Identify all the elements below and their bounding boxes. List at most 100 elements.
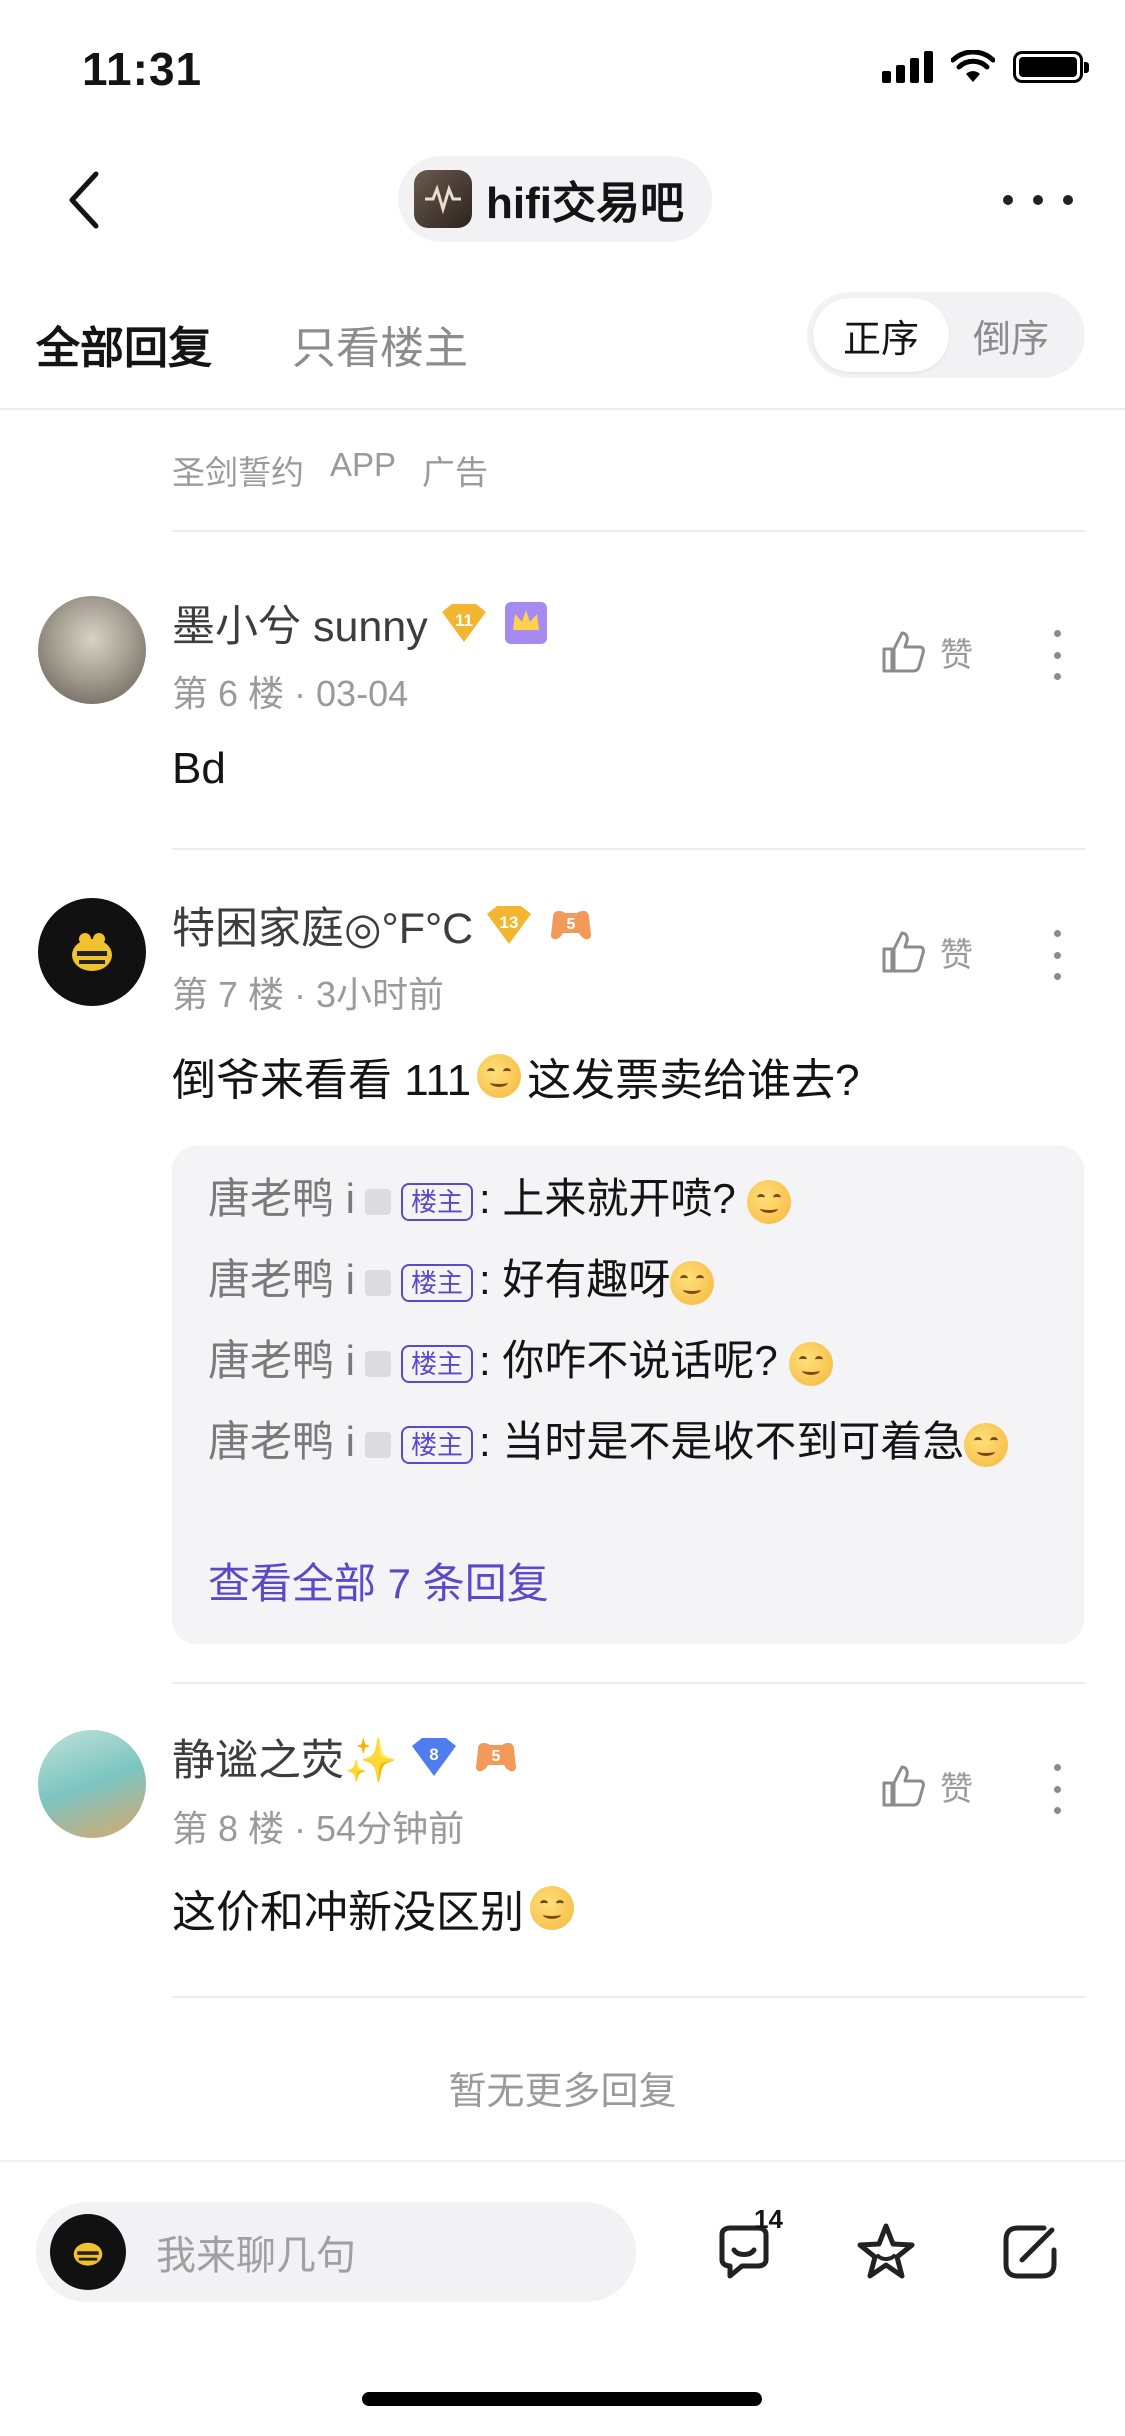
- sort-ascending-button[interactable]: 正序: [813, 298, 949, 372]
- back-button[interactable]: [52, 168, 116, 232]
- share-icon: [1003, 2225, 1057, 2279]
- favorite-button[interactable]: [848, 2214, 924, 2290]
- signal-icon: [882, 51, 933, 83]
- thumbs-up-icon: [882, 931, 925, 973]
- reply-text: 当时是不是收不到可着急: [502, 1418, 965, 1465]
- battery-icon: [1013, 51, 1089, 83]
- thumbs-up-icon: [882, 1765, 925, 1807]
- smile-emoji-icon: [789, 1341, 834, 1386]
- username[interactable]: 特困家庭◎°F°C: [172, 894, 473, 956]
- view-all-replies-link[interactable]: 查看全部 7 条回复: [208, 1550, 549, 1611]
- comment-text-part: 这价和冲新没区别: [172, 1888, 524, 1937]
- tab-all-replies[interactable]: 全部回复: [36, 312, 212, 376]
- thumbs-up-icon: [882, 631, 925, 673]
- comment-count: 14: [754, 2204, 783, 2234]
- floor-meta: 第 7 楼 · 3小时前: [172, 974, 445, 1015]
- reply-user: 唐老鸭 i: [208, 1256, 356, 1303]
- comment-more-button[interactable]: [1050, 1764, 1064, 1814]
- avatar: [50, 2214, 126, 2290]
- comment-text-part: 倒爷来看看 111: [172, 1056, 472, 1105]
- laugh-emoji-icon: [477, 1054, 522, 1098]
- divider: [172, 530, 1085, 532]
- username-row: 静谧之荧✨ 8 5: [172, 1726, 522, 1788]
- status-icons: [882, 50, 1089, 84]
- op-tag: 楼主: [401, 1344, 474, 1383]
- no-more-replies: 暂无更多回复: [448, 2071, 677, 2113]
- sub-reply[interactable]: 唐老鸭 i 楼主: 好有趣呀: [208, 1249, 1054, 1311]
- ad-text: 广告: [422, 454, 489, 491]
- username-row: 特困家庭◎°F°C 13 5: [172, 894, 597, 956]
- filter-tabs: 全部回复 只看楼主 正序 倒序: [0, 290, 1125, 410]
- wifi-icon: [951, 50, 995, 82]
- tab-op-only[interactable]: 只看楼主: [292, 312, 468, 376]
- like-label: 赞: [940, 1770, 973, 1807]
- smile-emoji-icon: [964, 1422, 1009, 1467]
- comment-text: 倒爷来看看 111 这发票卖给谁去?: [172, 1044, 860, 1108]
- sub-replies: 唐老鸭 i 楼主: 上来就开喷? 唐老鸭 i 楼主: 好有趣呀 唐老鸭 i 楼主: 你…: [172, 1146, 1084, 1644]
- sort-toggle: 正序 倒序: [807, 292, 1085, 378]
- like-button[interactable]: 赞: [880, 928, 973, 976]
- sub-reply[interactable]: 唐老鸭 i 楼主: 上来就开喷?: [208, 1168, 1054, 1230]
- badge-square: [365, 1431, 392, 1458]
- share-button[interactable]: [992, 2214, 1068, 2290]
- divider: [172, 1682, 1085, 1684]
- svg-text:8: 8: [429, 1745, 438, 1764]
- ad-text: 圣剑誓约: [172, 454, 304, 491]
- star-icon: [857, 2223, 915, 2279]
- divider: [172, 848, 1085, 850]
- username-row: 墨小兮 sunny 11: [172, 592, 552, 654]
- floor-meta: 第 6 楼 · 03-04: [172, 673, 409, 714]
- like-label: 赞: [940, 636, 973, 673]
- avatar[interactable]: [38, 898, 146, 1006]
- sub-reply[interactable]: 唐老鸭 i 楼主: 你咋不说话呢?: [208, 1330, 1054, 1392]
- reply-text: 好有趣呀: [502, 1256, 671, 1303]
- username[interactable]: 静谧之荧✨: [172, 1726, 398, 1788]
- floor-number: 第 7 楼: [172, 974, 285, 1015]
- like-label: 赞: [940, 936, 973, 973]
- comments-button[interactable]: 14: [706, 2204, 783, 2290]
- reply-text: 你咋不说话呢?: [502, 1337, 778, 1384]
- level-badge: 11: [438, 602, 490, 644]
- chevron-left-icon: [69, 171, 99, 229]
- more-button[interactable]: [1003, 170, 1073, 230]
- post-time: 3小时前: [316, 974, 445, 1015]
- floor-meta: 第 8 楼 · 54分钟前: [172, 1808, 465, 1849]
- comment-text: 这价和冲新没区别: [172, 1876, 574, 1940]
- smile-emoji-icon: [670, 1260, 715, 1305]
- like-button[interactable]: 赞: [880, 1762, 973, 1810]
- comment-text: Bd: [172, 744, 226, 793]
- badge-square: [365, 1188, 392, 1215]
- badge-square: [365, 1269, 392, 1296]
- floor-number: 第 6 楼: [172, 673, 285, 714]
- svg-text:13: 13: [500, 913, 519, 932]
- gamepad-badge-icon: 5: [470, 1736, 522, 1778]
- ad-label[interactable]: 圣剑誓约 APP 广告: [172, 446, 488, 494]
- avatar[interactable]: [38, 1730, 146, 1838]
- svg-text:11: 11: [455, 611, 473, 630]
- comment-more-button[interactable]: [1050, 630, 1064, 680]
- reply-text: 上来就开喷?: [502, 1175, 736, 1222]
- level-badge: 13: [483, 904, 535, 946]
- comment-more-button[interactable]: [1050, 930, 1064, 980]
- like-button[interactable]: 赞: [880, 628, 973, 676]
- sort-descending-button[interactable]: 倒序: [943, 298, 1079, 372]
- floor-number: 第 8 楼: [172, 1808, 285, 1849]
- forum-pill[interactable]: hifi交易吧: [398, 156, 712, 242]
- op-tag: 楼主: [401, 1182, 474, 1221]
- gamepad-badge-icon: 5: [545, 904, 597, 946]
- post-time: 03-04: [316, 673, 409, 714]
- reply-input[interactable]: 我来聊几句: [36, 2202, 636, 2302]
- reply-user: 唐老鸭 i: [208, 1175, 356, 1222]
- post-time: 54分钟前: [316, 1808, 465, 1849]
- avatar[interactable]: [38, 596, 146, 704]
- svg-text:5: 5: [567, 916, 576, 933]
- forum-name: hifi交易吧: [486, 179, 684, 228]
- smile-emoji-icon: [747, 1179, 792, 1224]
- svg-text:5: 5: [491, 1748, 500, 1765]
- crown-badge-icon: [500, 602, 552, 644]
- badge-square: [365, 1350, 392, 1377]
- sneeze-emoji-icon: [530, 1886, 574, 1930]
- reply-user: 唐老鸭 i: [208, 1418, 356, 1465]
- sub-reply[interactable]: 唐老鸭 i 楼主: 当时是不是收不到可着急: [208, 1411, 1054, 1473]
- username[interactable]: 墨小兮 sunny: [172, 592, 428, 654]
